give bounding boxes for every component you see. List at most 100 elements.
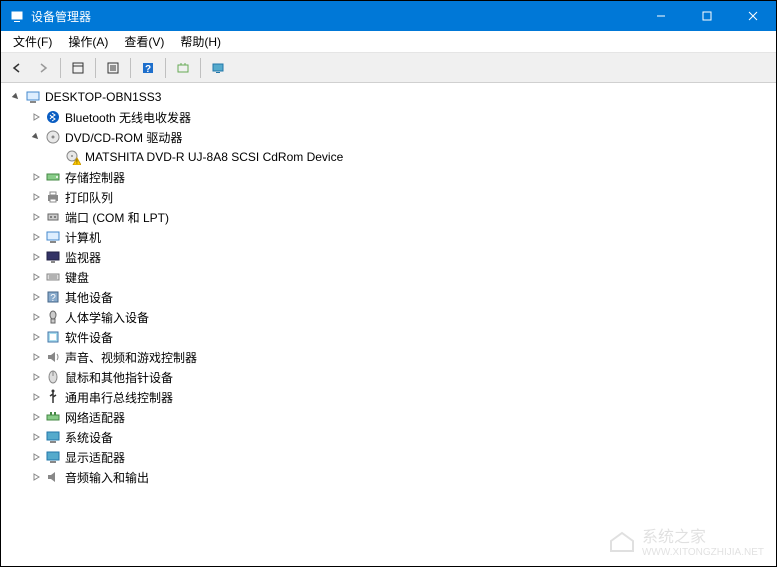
system-icon bbox=[45, 429, 61, 445]
tree-category-node[interactable]: 系统设备 bbox=[9, 427, 768, 447]
expander-icon[interactable] bbox=[29, 210, 43, 224]
toolbar-separator bbox=[165, 58, 166, 78]
tree-node-label: 音频输入和输出 bbox=[65, 469, 149, 486]
tree-category-node[interactable]: 通用串行总线控制器 bbox=[9, 387, 768, 407]
scan-button[interactable] bbox=[171, 56, 195, 80]
expander-icon[interactable] bbox=[29, 410, 43, 424]
tree-category-node[interactable]: 监视器 bbox=[9, 247, 768, 267]
toolbar-separator bbox=[130, 58, 131, 78]
tree-node-label: 存储控制器 bbox=[65, 169, 125, 186]
expander-icon[interactable] bbox=[29, 430, 43, 444]
forward-button[interactable] bbox=[31, 56, 55, 80]
expander-icon[interactable] bbox=[29, 190, 43, 204]
other-icon: ? bbox=[45, 289, 61, 305]
printer-icon bbox=[45, 189, 61, 205]
expander-icon[interactable] bbox=[29, 290, 43, 304]
maximize-button[interactable] bbox=[684, 1, 730, 31]
svg-text:?: ? bbox=[145, 64, 151, 75]
tree-category-node[interactable]: 鼠标和其他指针设备 bbox=[9, 367, 768, 387]
tree-category-node[interactable]: Bluetooth 无线电收发器 bbox=[9, 107, 768, 127]
tree-category-node[interactable]: 软件设备 bbox=[9, 327, 768, 347]
close-button[interactable] bbox=[730, 1, 776, 31]
computer-icon bbox=[25, 89, 41, 105]
minimize-button[interactable] bbox=[638, 1, 684, 31]
device-tree[interactable]: DESKTOP-OBN1SS3 Bluetooth 无线电收发器DVD/CD-R… bbox=[1, 83, 776, 566]
tree-node-label: 声音、视频和游戏控制器 bbox=[65, 349, 197, 366]
tree-node-label: 端口 (COM 和 LPT) bbox=[65, 209, 169, 226]
display-icon bbox=[45, 449, 61, 465]
tree-category-node[interactable]: 人体学输入设备 bbox=[9, 307, 768, 327]
window-title: 设备管理器 bbox=[31, 8, 638, 25]
disc-warn-icon: ! bbox=[65, 149, 81, 165]
tree-node-label: 其他设备 bbox=[65, 289, 113, 306]
tree-node-label: 监视器 bbox=[65, 249, 101, 266]
port-icon bbox=[45, 209, 61, 225]
expander-icon[interactable] bbox=[29, 310, 43, 324]
tree-node-label: Bluetooth 无线电收发器 bbox=[65, 109, 191, 126]
toolbar: ? bbox=[1, 53, 776, 83]
hid-icon bbox=[45, 309, 61, 325]
storage-icon bbox=[45, 169, 61, 185]
tree-category-node[interactable]: 端口 (COM 和 LPT) bbox=[9, 207, 768, 227]
tree-node-label: 打印队列 bbox=[65, 189, 113, 206]
tree-node-label: 鼠标和其他指针设备 bbox=[65, 369, 173, 386]
svg-text:?: ? bbox=[50, 293, 56, 304]
expander-icon[interactable] bbox=[29, 450, 43, 464]
expander-icon[interactable] bbox=[29, 350, 43, 364]
tree-category-node[interactable]: DVD/CD-ROM 驱动器 bbox=[9, 127, 768, 147]
tree-node-label: 人体学输入设备 bbox=[65, 309, 149, 326]
expander-icon[interactable] bbox=[29, 110, 43, 124]
tree-node-label: 系统设备 bbox=[65, 429, 113, 446]
expander-icon[interactable] bbox=[29, 230, 43, 244]
keyboard-icon bbox=[45, 269, 61, 285]
menu-view[interactable]: 查看(V) bbox=[116, 31, 172, 52]
expander-icon[interactable] bbox=[29, 250, 43, 264]
back-button[interactable] bbox=[5, 56, 29, 80]
network-icon bbox=[45, 409, 61, 425]
toolbar-separator bbox=[60, 58, 61, 78]
expander-icon[interactable] bbox=[9, 90, 23, 104]
expander-icon[interactable] bbox=[29, 370, 43, 384]
tree-category-node[interactable]: 显示适配器 bbox=[9, 447, 768, 467]
show-hide-button[interactable] bbox=[66, 56, 90, 80]
tree-category-node[interactable]: 打印队列 bbox=[9, 187, 768, 207]
tree-device-node[interactable]: ! MATSHITA DVD-R UJ-8A8 SCSI CdRom Device bbox=[9, 147, 768, 167]
usb-icon bbox=[45, 389, 61, 405]
tree-root-label: DESKTOP-OBN1SS3 bbox=[45, 90, 161, 104]
titlebar: 设备管理器 bbox=[1, 1, 776, 31]
tree-node-label: 显示适配器 bbox=[65, 449, 125, 466]
tree-category-node[interactable]: 网络适配器 bbox=[9, 407, 768, 427]
monitor-icon bbox=[45, 249, 61, 265]
expander-icon[interactable] bbox=[29, 270, 43, 284]
tree-node-label: 计算机 bbox=[65, 229, 101, 246]
tree-node-label: MATSHITA DVD-R UJ-8A8 SCSI CdRom Device bbox=[85, 150, 343, 164]
mouse-icon bbox=[45, 369, 61, 385]
audio-icon bbox=[45, 469, 61, 485]
tree-node-label: 软件设备 bbox=[65, 329, 113, 346]
tree-category-node[interactable]: 键盘 bbox=[9, 267, 768, 287]
tree-category-node[interactable]: 计算机 bbox=[9, 227, 768, 247]
tree-category-node[interactable]: ? 其他设备 bbox=[9, 287, 768, 307]
toolbar-separator bbox=[95, 58, 96, 78]
help-button[interactable]: ? bbox=[136, 56, 160, 80]
tree-node-label: 通用串行总线控制器 bbox=[65, 389, 173, 406]
tree-root-node[interactable]: DESKTOP-OBN1SS3 bbox=[9, 87, 768, 107]
expander-icon[interactable] bbox=[29, 130, 43, 144]
expander-icon[interactable] bbox=[29, 390, 43, 404]
menu-action[interactable]: 操作(A) bbox=[60, 31, 116, 52]
bluetooth-icon bbox=[45, 109, 61, 125]
tree-category-node[interactable]: 声音、视频和游戏控制器 bbox=[9, 347, 768, 367]
tree-category-node[interactable]: 音频输入和输出 bbox=[9, 467, 768, 487]
expander-icon[interactable] bbox=[29, 170, 43, 184]
toolbar-separator bbox=[200, 58, 201, 78]
menu-help[interactable]: 帮助(H) bbox=[172, 31, 229, 52]
menu-file[interactable]: 文件(F) bbox=[5, 31, 60, 52]
window-controls bbox=[638, 1, 776, 31]
expander-icon[interactable] bbox=[29, 470, 43, 484]
tree-node-label: 键盘 bbox=[65, 269, 89, 286]
expander-icon[interactable] bbox=[29, 330, 43, 344]
tree-category-node[interactable]: 存储控制器 bbox=[9, 167, 768, 187]
properties-button[interactable] bbox=[101, 56, 125, 80]
sound-icon bbox=[45, 349, 61, 365]
devices-button[interactable] bbox=[206, 56, 230, 80]
